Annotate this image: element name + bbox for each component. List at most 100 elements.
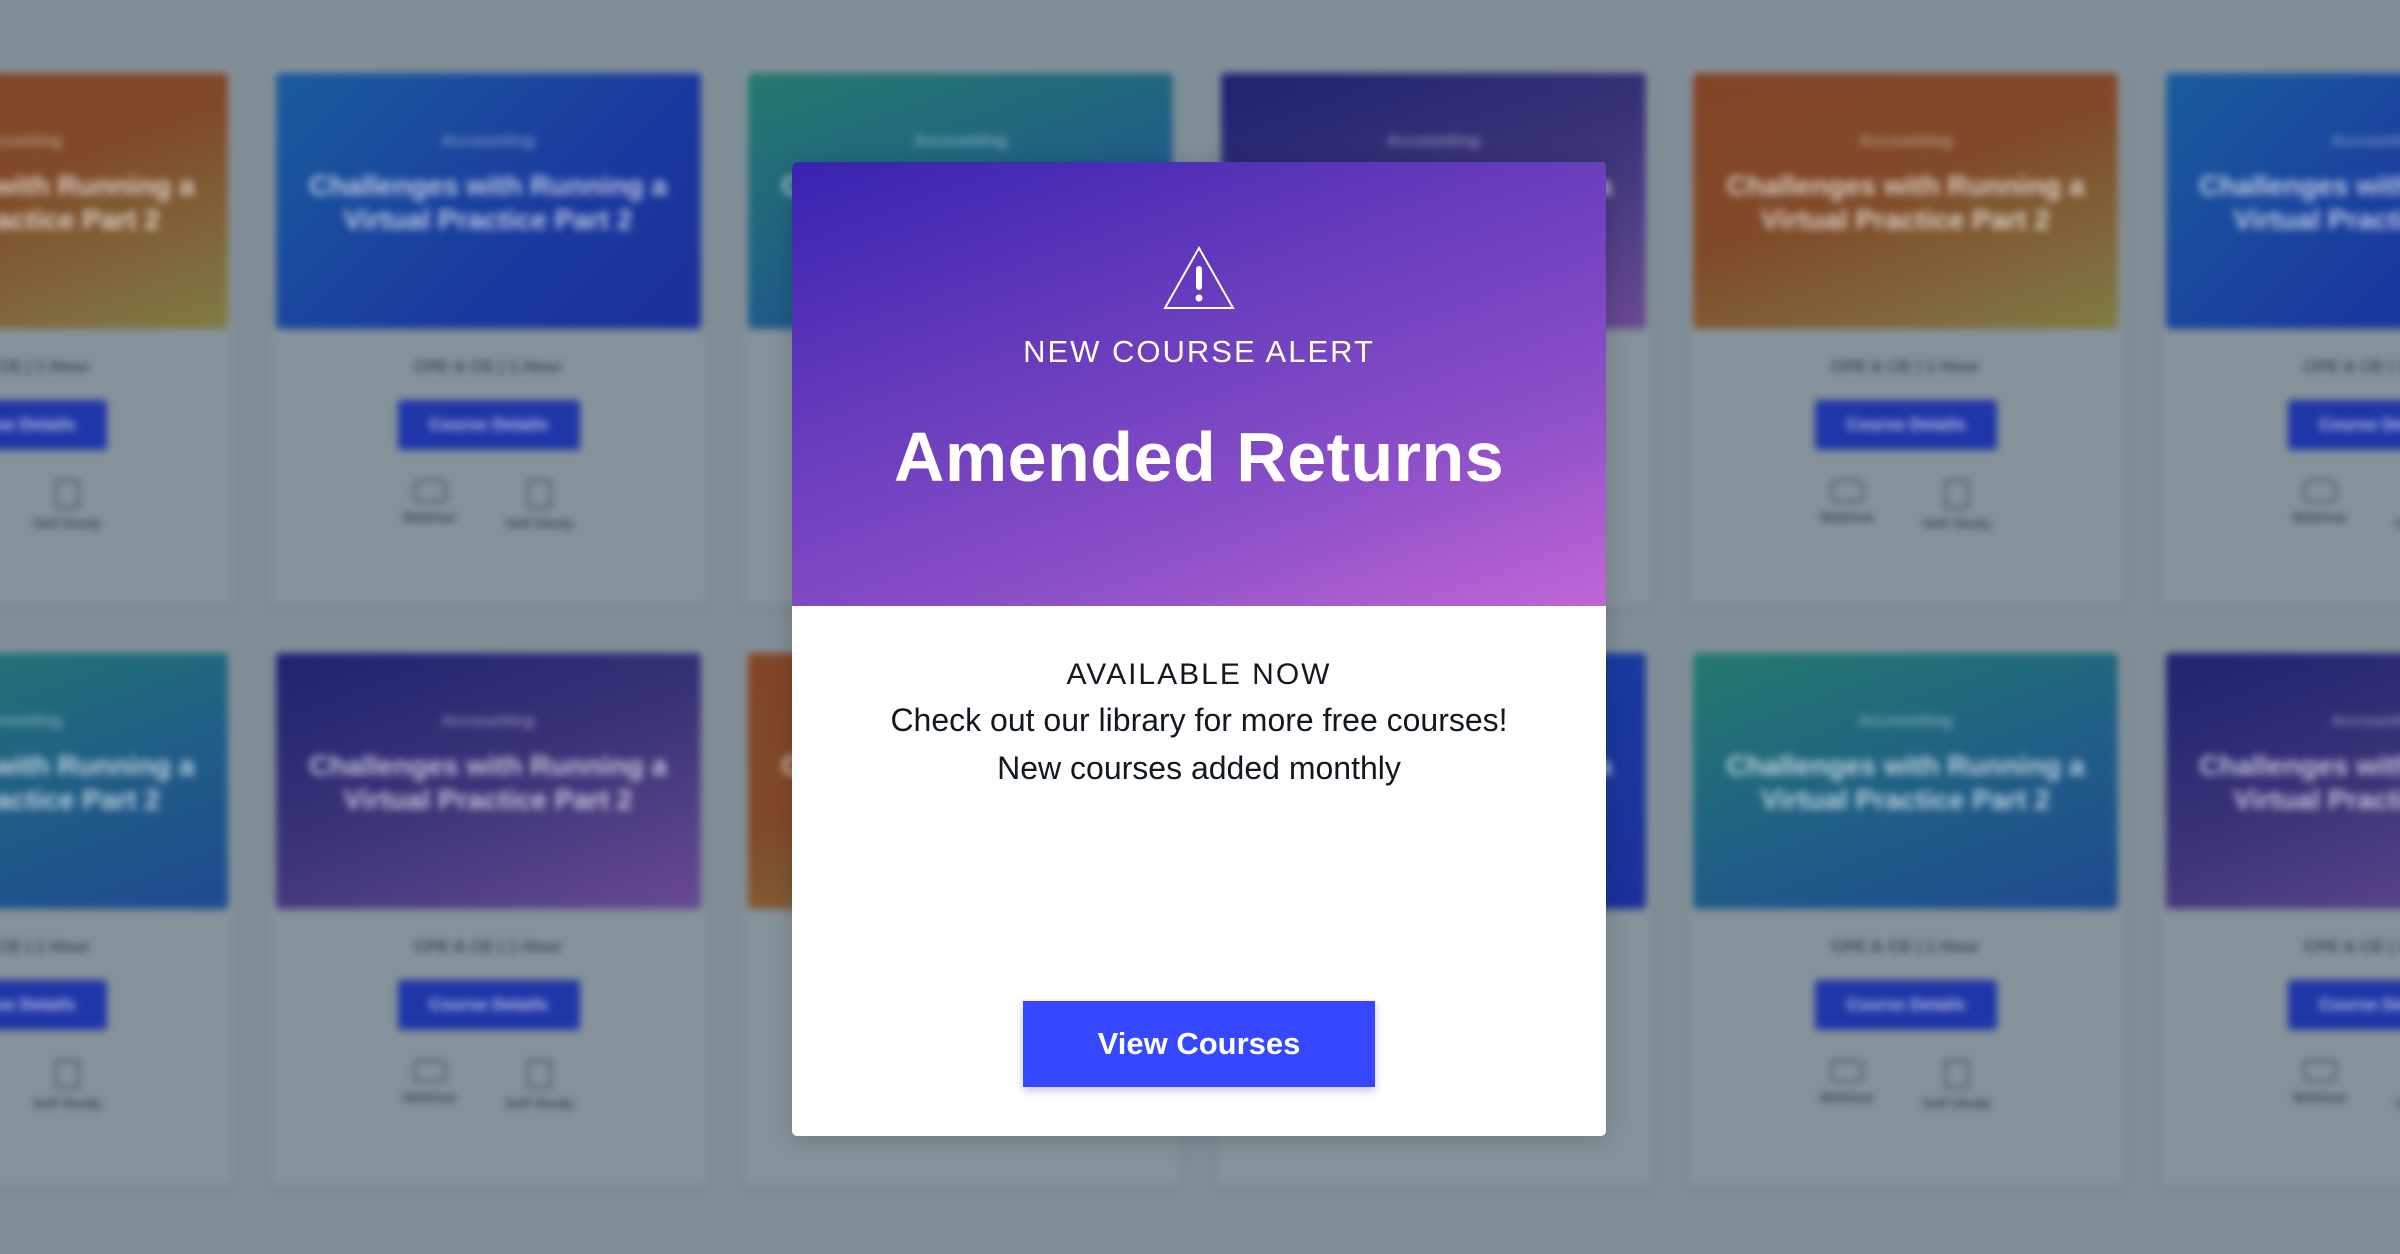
tablet-icon <box>1830 1059 1865 1083</box>
format-self-study: Self Study <box>2395 1059 2400 1111</box>
course-meta: CPE & CE | 1 Hour <box>2303 937 2400 956</box>
course-meta: CPE & CE | 1 Hour <box>1831 937 1980 956</box>
course-card: Accounting Challenges with Running a Virt… <box>2159 67 2400 607</box>
format-self-study: Self Study <box>505 479 574 531</box>
course-category: Accounting <box>0 711 63 730</box>
course-card-banner: Accounting Challenges with Running a Virt… <box>0 73 228 329</box>
modal-header: NEW COURSE ALERT Amended Returns <box>792 162 1606 606</box>
course-card-title: Challenges with Running a Virtual Practi… <box>309 170 667 235</box>
course-card: Accounting Challenges with Running a Virt… <box>0 647 234 1187</box>
course-card: Accounting Challenges with Running a Virt… <box>1687 647 2124 1187</box>
course-card-banner: Accounting Challenges with Running a Virt… <box>1693 73 2118 329</box>
course-details-button: Course Details <box>1815 980 1997 1030</box>
course-formats: Webinar Self Study <box>270 479 707 531</box>
format-webinar: Webinar <box>2292 1059 2347 1111</box>
modal-body: AVAILABLE NOW Check out our library for … <box>792 606 1606 1136</box>
course-meta: CPE & CE | 1 Hour <box>0 357 90 376</box>
course-details-button: Course Details <box>2287 980 2400 1030</box>
course-meta: CPE & CE | 1 Hour <box>413 357 563 376</box>
warning-triangle-icon <box>1163 246 1235 309</box>
course-details-button: Course Details <box>0 980 107 1030</box>
course-details-button: Course Details <box>0 400 107 450</box>
course-category: Accounting <box>913 131 1008 150</box>
course-formats: Webinar Self Study <box>1687 1059 2124 1111</box>
course-card: Accounting Challenges with Running a Virt… <box>269 647 707 1187</box>
course-card-title: Challenges with Running a Virtual Practi… <box>309 750 667 815</box>
course-details-button: Course Details <box>397 980 580 1030</box>
course-formats: Webinar Self Study <box>2160 1059 2400 1111</box>
course-formats: WebinarSelf Study <box>0 479 234 531</box>
format-label: Self Study <box>32 515 102 531</box>
books-icon <box>53 479 80 509</box>
course-details-button: Course Details <box>397 400 580 450</box>
course-card-banner: Accounting Challenges with Running a Virt… <box>2165 73 2400 329</box>
course-card: Accounting Challenges with Running a Virt… <box>269 67 707 607</box>
course-meta: CPE & CE | 1 Hour <box>0 937 90 956</box>
course-card-title: Challenges with Running a Virtual Practi… <box>2199 170 2400 235</box>
tablet-icon <box>1830 479 1865 503</box>
course-category: Accounting <box>1386 131 1480 150</box>
format-label: Self Study <box>2395 515 2400 531</box>
format-label: Self Study <box>32 1095 102 1111</box>
format-self-study: Self Study <box>1923 479 1991 531</box>
format-webinar: Webinar <box>1820 479 1875 531</box>
course-card-title: Challenges with Running a Virtual Practi… <box>2199 750 2400 815</box>
course-category: Accounting <box>0 131 63 150</box>
format-webinar: Webinar <box>2292 479 2347 531</box>
course-category: Accounting <box>2331 711 2400 730</box>
course-card-title: Challenges with Running a Virtual Practi… <box>1726 170 2085 235</box>
course-meta: CPE & CE | 1 Hour <box>2303 357 2400 376</box>
course-card: Accounting Challenges with Running a Virt… <box>0 67 234 607</box>
format-self-study: Self Study <box>33 1059 101 1111</box>
course-card-banner: Accounting Challenges with Running a Virt… <box>275 653 701 909</box>
alert-label: NEW COURSE ALERT <box>1023 334 1375 369</box>
tablet-icon <box>412 1059 447 1083</box>
course-card-title: Challenges with Running a Virtual Practi… <box>0 750 195 815</box>
format-webinar: Webinar <box>1820 1059 1875 1111</box>
course-card-banner: Accounting Challenges with Running a Virt… <box>0 653 228 909</box>
course-title: Amended Returns <box>893 418 1505 496</box>
books-icon <box>526 1059 553 1089</box>
course-card-banner: Accounting Challenges with Running a Virt… <box>1693 653 2118 909</box>
course-meta: CPE & CE | 1 Hour <box>1831 357 1980 376</box>
course-meta: CPE & CE | 1 Hour <box>413 937 563 956</box>
course-category: Accounting <box>441 131 535 150</box>
course-card-banner: Accounting Challenges with Running a Virt… <box>275 73 701 329</box>
course-category: Accounting <box>441 711 535 730</box>
tablet-icon <box>412 479 447 503</box>
format-webinar: Webinar <box>402 1059 457 1111</box>
course-card-banner: Accounting Challenges with Running a Virt… <box>2165 653 2400 909</box>
course-category: Accounting <box>1858 131 1953 150</box>
tablet-icon <box>2302 479 2337 503</box>
format-label: Webinar <box>402 1089 458 1105</box>
tablet-icon <box>2302 1059 2337 1083</box>
books-icon <box>526 479 553 509</box>
books-icon <box>1943 479 1970 509</box>
course-formats: Webinar Self Study <box>1687 479 2124 531</box>
format-self-study: Self Study <box>33 479 101 531</box>
course-formats: Webinar Self Study <box>270 1059 707 1111</box>
books-icon <box>1943 1059 1970 1089</box>
format-label: Self Study <box>1922 1095 1992 1111</box>
format-self-study: Self Study <box>2395 479 2400 531</box>
new-course-alert-modal: NEW COURSE ALERT Amended Returns AVAILAB… <box>792 162 1606 1136</box>
format-label: Self Study <box>505 515 574 531</box>
format-label: Self Study <box>2395 1095 2400 1111</box>
description-line-2: New courses added monthly <box>997 750 1401 786</box>
format-self-study: Self Study <box>1923 1059 1991 1111</box>
course-formats: Webinar Self Study <box>2160 479 2400 531</box>
format-label: Self Study <box>505 1095 574 1111</box>
format-label: Webinar <box>402 509 458 525</box>
course-details-button: Course Details <box>2287 400 2400 450</box>
course-formats: WebinarSelf Study <box>0 1059 234 1111</box>
course-card-title: Challenges with Running a Virtual Practi… <box>0 170 195 235</box>
course-details-button: Course Details <box>1815 400 1997 450</box>
format-self-study: Self Study <box>505 1059 574 1111</box>
course-card: Accounting Challenges with Running a Virt… <box>2159 647 2400 1187</box>
course-card-title: Challenges with Running a Virtual Practi… <box>1726 750 2085 815</box>
format-label: Webinar <box>1819 1089 1875 1105</box>
course-category: Accounting <box>1858 711 1953 730</box>
view-courses-button[interactable]: View Courses <box>1023 1001 1375 1087</box>
course-card: Accounting Challenges with Running a Virt… <box>1687 67 2124 607</box>
format-label: Webinar <box>2292 1089 2348 1105</box>
